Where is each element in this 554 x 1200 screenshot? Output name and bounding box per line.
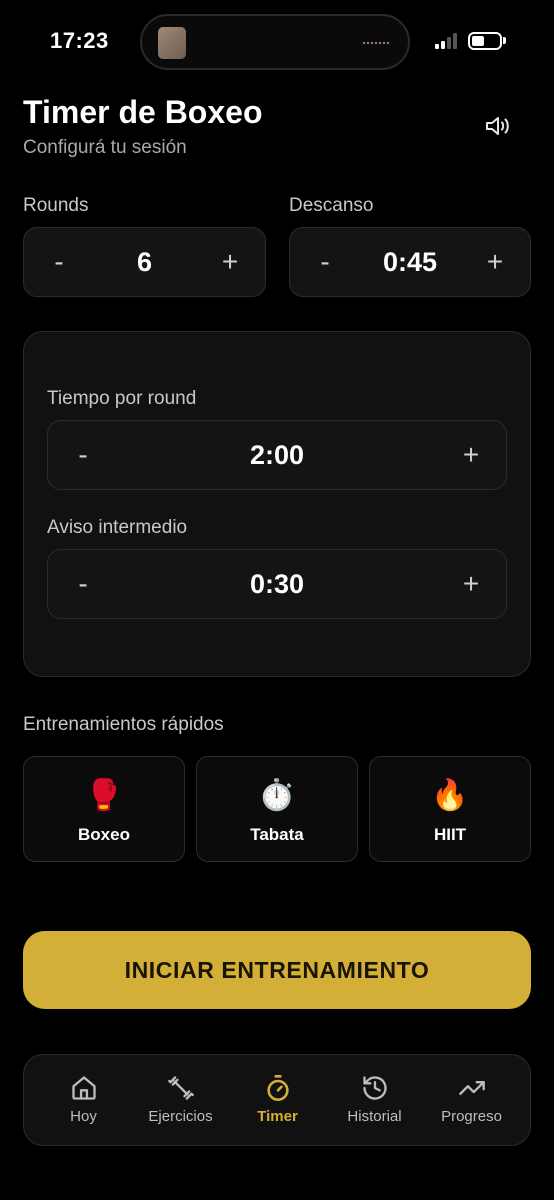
now-playing-thumbnail	[158, 27, 186, 59]
battery-icon	[468, 32, 502, 50]
status-time: 17:23	[50, 28, 109, 53]
page-subtitle: Configurá tu sesión	[23, 137, 187, 158]
history-icon	[362, 1076, 387, 1100]
nav-item-historial[interactable]: Historial	[326, 1055, 423, 1147]
round-settings-card	[23, 331, 531, 677]
fire-icon: 🔥	[431, 779, 469, 812]
mid-alert-increment-button[interactable]: +	[446, 550, 496, 618]
quick-workout-label: Boxeo	[78, 825, 130, 844]
status-bar: 17:23	[0, 0, 554, 80]
quick-workout-hiit[interactable]: 🔥 HIIT	[369, 756, 531, 862]
rounds-label: Rounds	[23, 195, 89, 216]
quick-workout-boxeo[interactable]: 🥊 Boxeo	[23, 756, 185, 862]
rest-label: Descanso	[289, 195, 374, 216]
nav-item-label: Progreso	[441, 1108, 502, 1125]
audio-indicator-icon	[362, 41, 390, 45]
nav-item-label: Historial	[347, 1108, 402, 1125]
trending-up-icon	[458, 1081, 485, 1095]
nav-item-label: Timer	[257, 1108, 298, 1125]
round-time-increment-button[interactable]: +	[446, 421, 496, 489]
rest-increment-button[interactable]: +	[470, 228, 520, 296]
mid-alert-label: Aviso intermedio	[47, 517, 188, 538]
rest-stepper: - 0:45 +	[289, 227, 531, 297]
quick-workout-label: Tabata	[250, 825, 304, 844]
quick-workout-tabata[interactable]: ⏱️ Tabata	[196, 756, 358, 862]
rest-decrement-button[interactable]: -	[300, 228, 350, 296]
signal-icon	[435, 33, 461, 49]
stopwatch-icon: ⏱️	[258, 779, 296, 812]
dumbbell-icon	[167, 1076, 194, 1100]
battery-cap	[503, 37, 506, 44]
mid-alert-stepper: - 0:30 +	[47, 549, 507, 619]
nav-item-progreso[interactable]: Progreso	[423, 1055, 520, 1147]
nav-item-label: Hoy	[70, 1108, 97, 1125]
speaker-icon	[486, 117, 509, 135]
quick-workouts-title: Entrenamientos rápidos	[23, 714, 224, 735]
home-icon	[71, 1076, 96, 1100]
rounds-stepper: - 6 +	[23, 227, 266, 297]
nav-item-label: Ejercicios	[148, 1108, 213, 1125]
mid-alert-value: 0:30	[249, 568, 305, 599]
dynamic-island	[140, 14, 410, 70]
rounds-decrement-button[interactable]: -	[34, 228, 84, 296]
boxing-glove-icon: 🥊	[85, 779, 123, 812]
rounds-increment-button[interactable]: +	[205, 228, 255, 296]
page-title: Timer de Boxeo	[23, 94, 263, 130]
round-time-stepper: - 2:00 +	[47, 420, 507, 490]
start-training-button[interactable]: INICIAR ENTRENAMIENTO	[23, 931, 531, 1009]
round-time-label: Tiempo por round	[47, 388, 197, 409]
round-time-decrement-button[interactable]: -	[58, 421, 108, 489]
nav-item-hoy[interactable]: Hoy	[35, 1055, 132, 1147]
timer-icon	[266, 1075, 289, 1101]
nav-item-timer[interactable]: Timer	[229, 1055, 326, 1147]
nav-item-ejercicios[interactable]: Ejercicios	[132, 1055, 229, 1147]
bottom-nav: Hoy Ejercicios Timer Historial Progreso	[23, 1054, 531, 1146]
round-time-value: 2:00	[249, 439, 305, 470]
sound-toggle-button[interactable]	[484, 114, 512, 138]
quick-workout-label: HIIT	[433, 825, 467, 844]
mid-alert-decrement-button[interactable]: -	[58, 550, 108, 618]
